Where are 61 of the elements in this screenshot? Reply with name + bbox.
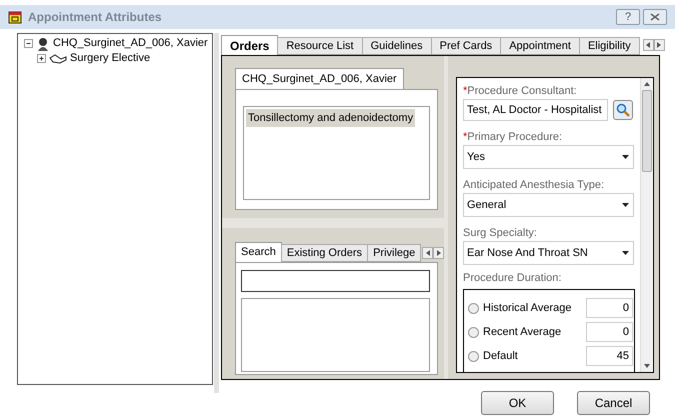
window-title: Appointment Attributes	[28, 9, 162, 26]
scrollbar[interactable]	[640, 78, 652, 372]
right-arrow-icon	[657, 42, 662, 48]
search-field[interactable]	[241, 270, 430, 292]
scroll-down-icon[interactable]	[644, 364, 650, 368]
tab[interactable]: Resource List	[277, 37, 363, 55]
patient-tab[interactable]: CHQ_Surginet_AD_006, Xavier	[235, 68, 404, 89]
collapse-icon[interactable]	[24, 39, 33, 48]
radio-button[interactable]	[468, 326, 479, 338]
order-item[interactable]: Tonsillectomy and adenoidectomy	[246, 109, 416, 127]
left-arrow-icon	[646, 42, 650, 48]
option-label: Historical Average	[483, 300, 572, 316]
expand-icon[interactable]	[37, 54, 46, 63]
scroll-right-button[interactable]	[654, 39, 665, 51]
dropdown[interactable]: Ear Nose And Throat SN	[463, 241, 634, 265]
scroll-left-button[interactable]	[422, 247, 434, 259]
dropdown-arrow-icon	[622, 155, 629, 159]
right-arrow-icon	[436, 250, 441, 256]
tab[interactable]: Orders	[221, 35, 278, 55]
person-icon	[36, 36, 50, 50]
dropdown[interactable]: General	[463, 193, 634, 217]
radio-button[interactable]	[468, 350, 479, 362]
tree-item[interactable]: Surgery Elective	[70, 50, 150, 67]
field-label: Primary Procedure:	[467, 130, 562, 145]
radio-button[interactable]	[468, 302, 479, 314]
field-label: Anticipated Anesthesia Type:	[463, 178, 604, 193]
required-mark: *	[463, 84, 468, 99]
field-label: Procedure Consultant:	[467, 84, 577, 99]
dropdown-arrow-icon	[622, 203, 629, 207]
scroll-left-button[interactable]	[642, 39, 654, 51]
dialog-button[interactable]: Cancel	[577, 391, 650, 415]
dialog-button[interactable]: OK	[481, 391, 554, 415]
option-label: Recent Average	[483, 324, 562, 340]
tree-item[interactable]: CHQ_Surginet_AD_006, Xavier	[53, 35, 208, 52]
input-field[interactable]: 45	[586, 346, 633, 366]
scroll-up-icon[interactable]	[644, 82, 650, 86]
tab[interactable]: Existing Orders	[280, 244, 368, 262]
tab[interactable]: Appointment	[500, 37, 580, 55]
search-button[interactable]	[613, 100, 633, 120]
input-field[interactable]: Test, AL Doctor - Hospitalist	[463, 99, 608, 121]
close-icon	[650, 13, 660, 21]
field-label: Procedure Duration:	[463, 271, 562, 286]
tab[interactable]: Search	[235, 242, 282, 262]
left-arrow-icon	[426, 250, 430, 256]
input-field[interactable]: 0	[586, 322, 633, 342]
help-button[interactable]: ?	[616, 9, 640, 25]
scroll-right-button[interactable]	[433, 247, 444, 259]
tab[interactable]: Eligibility	[578, 37, 640, 55]
close-button[interactable]	[643, 9, 667, 25]
search-icon	[616, 103, 630, 117]
calendar-icon	[8, 10, 22, 24]
scrollbar-thumb[interactable]	[642, 90, 652, 172]
option-label: Default	[483, 348, 519, 364]
dropdown-arrow-icon	[622, 251, 629, 255]
input-field[interactable]: 0	[586, 298, 633, 318]
tab[interactable]: Privilege	[367, 244, 422, 262]
required-mark: *	[463, 130, 468, 145]
tab[interactable]: Guidelines	[362, 37, 432, 55]
tab[interactable]: Pref Cards	[430, 37, 502, 55]
field-label: Surg Specialty:	[463, 226, 537, 241]
dropdown[interactable]: Yes	[463, 145, 634, 169]
